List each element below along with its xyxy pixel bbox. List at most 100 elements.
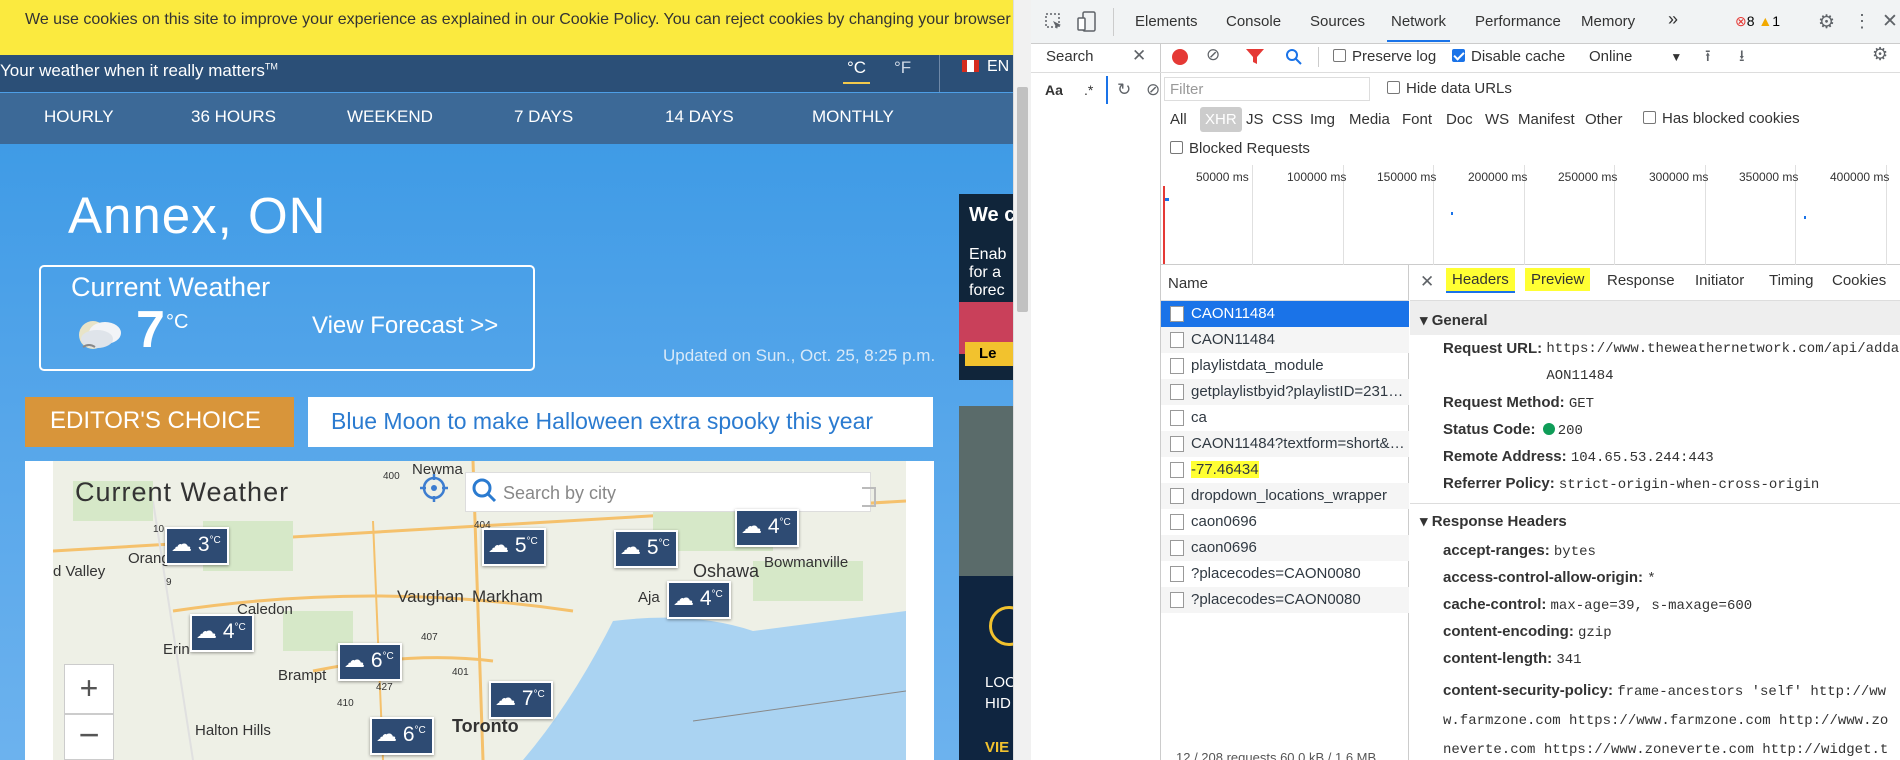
- request-name: ?placecodes=CAON0080: [1191, 591, 1361, 608]
- type-filter-doc[interactable]: Doc: [1446, 111, 1473, 128]
- inspect-element-icon[interactable]: [1044, 12, 1064, 37]
- nav-monthly[interactable]: MONTHLY: [812, 107, 894, 127]
- search-icon[interactable]: [1285, 48, 1303, 71]
- nav-hourly[interactable]: HOURLY: [44, 107, 114, 127]
- header-row: Remote Address: 104.65.53.244:443: [1443, 448, 1714, 466]
- request-row[interactable]: CAON11484: [1161, 327, 1409, 353]
- clear-search-icon[interactable]: ⊘: [1146, 80, 1160, 100]
- throttling-select[interactable]: Online ▼: [1589, 48, 1682, 65]
- tab-performance[interactable]: Performance: [1475, 13, 1561, 30]
- detail-tab-timing[interactable]: Timing: [1769, 272, 1813, 289]
- request-row[interactable]: CAON11484: [1161, 301, 1409, 327]
- weather-pin[interactable]: ☁ 5°C: [482, 528, 546, 566]
- request-row[interactable]: ?placecodes=CAON0080: [1161, 587, 1409, 613]
- close-detail-icon[interactable]: ✕: [1420, 272, 1434, 292]
- type-filter-manifest[interactable]: Manifest: [1518, 111, 1575, 128]
- preserve-log-checkbox[interactable]: Preserve log: [1333, 48, 1436, 65]
- file-icon: [1170, 410, 1184, 426]
- tab-sources[interactable]: Sources: [1310, 13, 1365, 30]
- detail-tab-initiator[interactable]: Initiator: [1695, 272, 1744, 289]
- request-row[interactable]: ca: [1161, 405, 1409, 431]
- request-row[interactable]: playlistdata_module: [1161, 353, 1409, 379]
- clear-icon[interactable]: ⊘: [1206, 45, 1220, 65]
- weather-pin[interactable]: ☁ 6°C: [338, 643, 402, 681]
- weather-pin[interactable]: ☁ 4°C: [190, 614, 254, 652]
- divider: [1161, 72, 1900, 73]
- request-row[interactable]: ?placecodes=CAON0080: [1161, 561, 1409, 587]
- timeline-request-bar: [1165, 198, 1169, 201]
- regex-toggle[interactable]: .*: [1084, 82, 1093, 98]
- request-row[interactable]: getplaylistbyid?playlistID=231…: [1161, 379, 1409, 405]
- record-icon[interactable]: [1172, 49, 1188, 65]
- type-filter-js[interactable]: JS: [1246, 111, 1264, 128]
- hide-data-urls-checkbox[interactable]: Hide data URLs: [1387, 80, 1512, 97]
- header-row: Referrer Policy: strict-origin-when-cros…: [1443, 475, 1819, 493]
- error-warning-counter[interactable]: ⊗8 ▲1: [1735, 13, 1780, 30]
- map-title: Current Weather: [75, 477, 290, 507]
- tab-elements[interactable]: Elements: [1135, 13, 1198, 30]
- detail-tab-response[interactable]: Response: [1607, 272, 1675, 289]
- weather-pin[interactable]: ☁ 6°C: [370, 717, 434, 755]
- ad-button[interactable]: Le: [965, 342, 1013, 366]
- type-filter-other[interactable]: Other: [1585, 111, 1623, 128]
- more-tabs-button[interactable]: »: [1668, 9, 1678, 30]
- close-search-icon[interactable]: ✕: [1132, 46, 1146, 66]
- close-devtools-icon[interactable]: ✕: [1882, 10, 1898, 33]
- blocked-requests-checkbox[interactable]: Blocked Requests: [1170, 140, 1310, 157]
- unit-fahrenheit-toggle[interactable]: °F: [890, 58, 915, 82]
- unit-celsius-toggle[interactable]: °C: [843, 58, 871, 84]
- timeline-tick-label: 100000 ms: [1287, 170, 1347, 184]
- settings-gear-icon[interactable]: ⚙: [1818, 11, 1835, 34]
- has-blocked-cookies-checkbox[interactable]: Has blocked cookies: [1643, 110, 1800, 127]
- weather-pin[interactable]: ☁ 4°C: [667, 581, 731, 619]
- request-row[interactable]: caon0696: [1161, 535, 1409, 561]
- detail-tab-headers[interactable]: Headers: [1446, 268, 1515, 293]
- type-filter-font[interactable]: Font: [1402, 111, 1432, 128]
- tab-memory[interactable]: Memory: [1581, 13, 1635, 30]
- disable-cache-checkbox[interactable]: Disable cache: [1452, 48, 1565, 65]
- weather-pin[interactable]: ☁ 7°C: [489, 681, 553, 719]
- request-row[interactable]: caon0696: [1161, 509, 1409, 535]
- detail-tab-preview[interactable]: Preview: [1525, 268, 1591, 291]
- zoom-in-button[interactable]: +: [64, 664, 114, 714]
- type-filter-all[interactable]: All: [1170, 111, 1187, 128]
- language-selector[interactable]: EN: [939, 55, 1009, 92]
- nav-weekend[interactable]: WEEKEND: [347, 107, 433, 127]
- weather-pin[interactable]: ☁ 4°C: [735, 509, 799, 547]
- request-row[interactable]: -77.46434: [1161, 457, 1409, 483]
- response-headers-section-title[interactable]: ▾ Response Headers: [1420, 512, 1567, 530]
- import-har-icon[interactable]: ⭱: [1705, 45, 1711, 72]
- weather-pin[interactable]: ☁ 3°C: [165, 527, 229, 565]
- device-toolbar-icon[interactable]: [1077, 11, 1097, 38]
- editors-choice-headline[interactable]: Blue Moon to make Halloween extra spooky…: [308, 397, 933, 447]
- ad-banner-bottom[interactable]: LOC HID VIE: [959, 406, 1013, 760]
- export-har-icon[interactable]: ⭳: [1739, 45, 1745, 72]
- view-forecast-link[interactable]: View Forecast >>: [312, 312, 498, 340]
- map-label: Markham: [472, 587, 543, 606]
- filter-icon[interactable]: [1245, 48, 1265, 71]
- type-filter-ws[interactable]: WS: [1485, 111, 1509, 128]
- search-input[interactable]: [1106, 76, 1108, 104]
- nav-14-days[interactable]: 14 DAYS: [665, 107, 734, 127]
- request-row[interactable]: dropdown_locations_wrapper: [1161, 483, 1409, 509]
- zoom-out-button[interactable]: −: [64, 714, 114, 760]
- tab-network[interactable]: Network: [1387, 13, 1451, 42]
- type-filter-img[interactable]: Img: [1310, 111, 1335, 128]
- request-row[interactable]: CAON11484?textform=short&…: [1161, 431, 1409, 457]
- page-scrollbar-thumb[interactable]: [1017, 87, 1028, 312]
- type-filter-xhr[interactable]: XHR: [1200, 107, 1242, 132]
- more-options-icon[interactable]: ⋮: [1853, 11, 1871, 32]
- fullscreen-icon[interactable]: [862, 487, 876, 507]
- tab-console[interactable]: Console: [1226, 13, 1281, 30]
- ad-banner-top[interactable]: We c Enab for a forec Le: [959, 194, 1013, 380]
- name-column-header[interactable]: Name: [1168, 275, 1208, 292]
- nav-36-hours[interactable]: 36 HOURS: [191, 107, 276, 127]
- weather-pin[interactable]: ☁ 5°C: [614, 530, 678, 568]
- match-case-toggle[interactable]: Aa: [1045, 82, 1063, 98]
- type-filter-css[interactable]: CSS: [1272, 111, 1303, 128]
- network-settings-icon[interactable]: ⚙: [1872, 44, 1888, 65]
- nav-7-days[interactable]: 7 DAYS: [514, 107, 573, 127]
- detail-tab-cookies[interactable]: Cookies: [1832, 272, 1886, 289]
- refresh-icon[interactable]: ↻: [1117, 80, 1131, 100]
- type-filter-media[interactable]: Media: [1349, 111, 1390, 128]
